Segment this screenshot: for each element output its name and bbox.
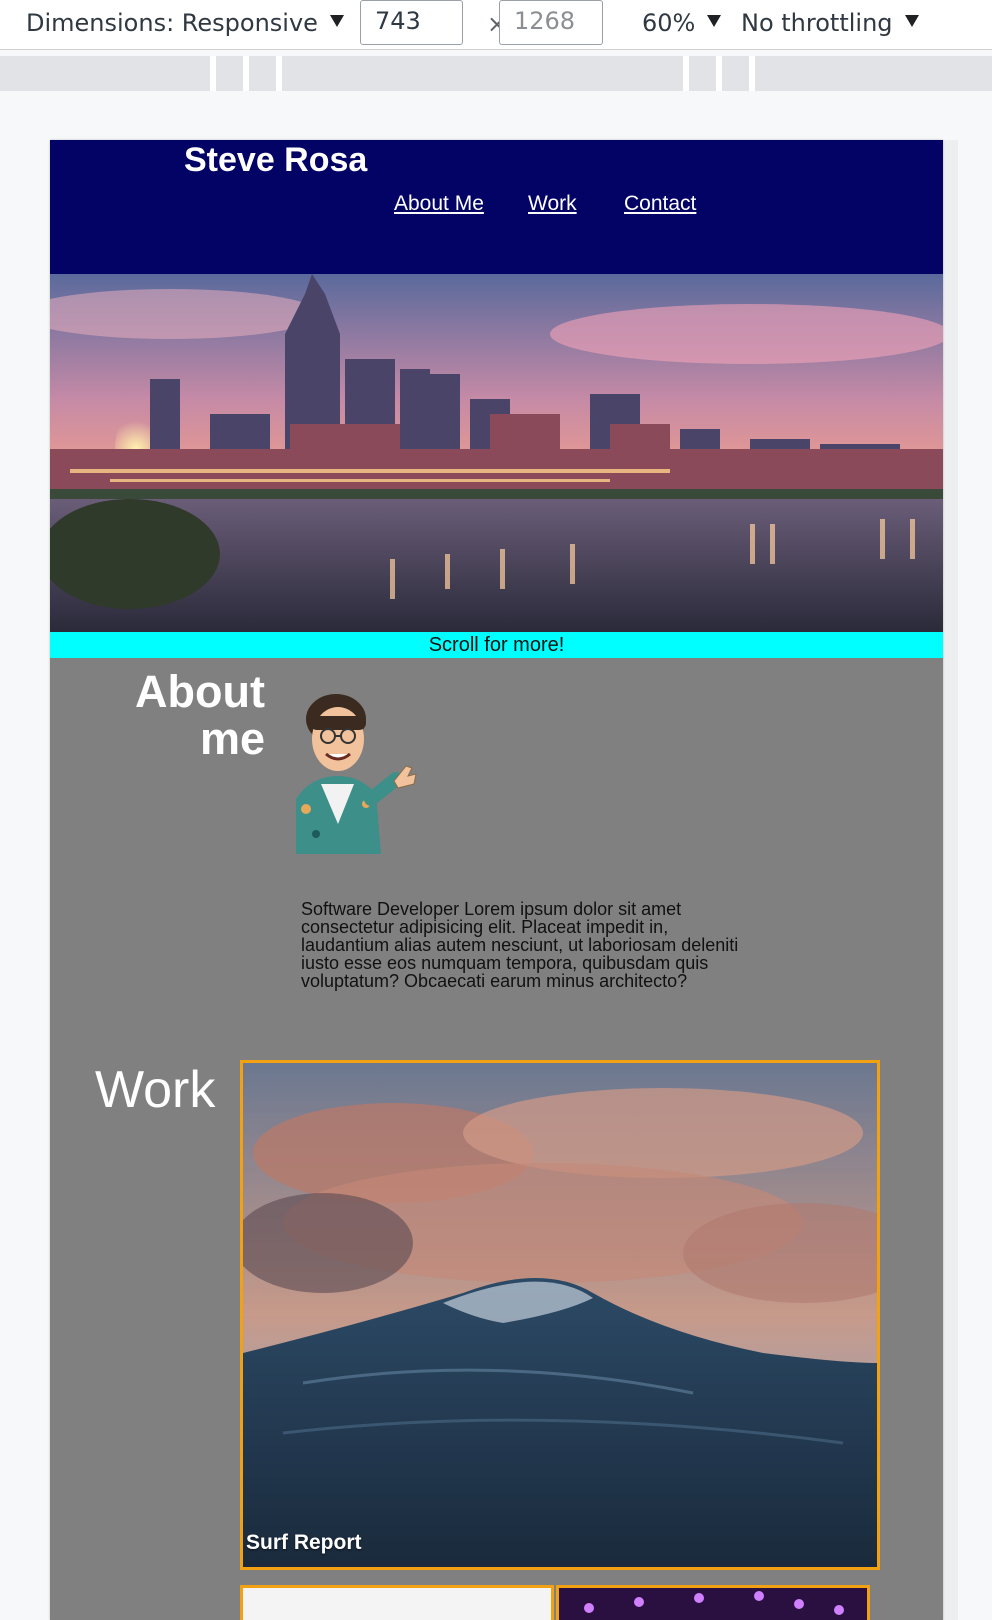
emulated-viewport: Steve Rosa About Me Work Contact Scroll … <box>50 140 943 1620</box>
hero-city-skyline-image <box>50 274 943 632</box>
dimensions-label: Dimensions: Responsive <box>26 9 318 37</box>
caret-down-icon <box>707 15 722 27</box>
scroll-banner: Scroll for more! <box>50 632 943 658</box>
project-card[interactable] <box>240 1585 554 1620</box>
ruler-divider <box>716 56 722 91</box>
nav-link-about[interactable]: About Me <box>394 192 484 216</box>
project-label: Surf Report <box>246 1531 362 1554</box>
throttling-label: No throttling <box>741 9 893 37</box>
ruler-divider <box>210 56 216 91</box>
ruler-divider <box>683 56 689 91</box>
ruler-divider <box>749 56 755 91</box>
width-input[interactable]: 743 <box>360 0 463 45</box>
work-heading: Work <box>95 1061 216 1119</box>
project-card[interactable] <box>556 1585 870 1620</box>
about-heading: About me <box>135 666 265 764</box>
project-card-surf-report[interactable]: Surf Report <box>240 1060 880 1570</box>
zoom-label: 60% <box>642 9 696 37</box>
height-input[interactable]: 1268 <box>499 0 603 45</box>
zoom-dropdown[interactable]: 60% <box>642 8 722 38</box>
viewport-resize-area <box>943 140 958 1620</box>
nav-link-contact[interactable]: Contact <box>624 192 696 216</box>
caret-down-icon <box>904 15 919 27</box>
ruler-divider <box>243 56 249 91</box>
ruler-divider <box>276 56 282 91</box>
project-image <box>584 1591 844 1615</box>
dimensions-dropdown[interactable]: Dimensions: Responsive <box>26 8 344 38</box>
surf-report-wave-image <box>243 1063 877 1567</box>
media-query-ruler[interactable] <box>0 56 992 91</box>
nav-link-work[interactable]: Work <box>528 192 577 216</box>
avatar <box>286 684 426 854</box>
site-title: Steve Rosa <box>184 141 368 179</box>
site-header: Steve Rosa About Me Work Contact <box>50 140 943 274</box>
caret-down-icon <box>329 15 344 27</box>
about-body: Software Developer Lorem ipsum dolor sit… <box>301 899 739 991</box>
throttling-dropdown[interactable]: No throttling <box>741 8 919 38</box>
device-toolbar: Dimensions: Responsive 743 × 1268 60% No… <box>0 0 992 50</box>
